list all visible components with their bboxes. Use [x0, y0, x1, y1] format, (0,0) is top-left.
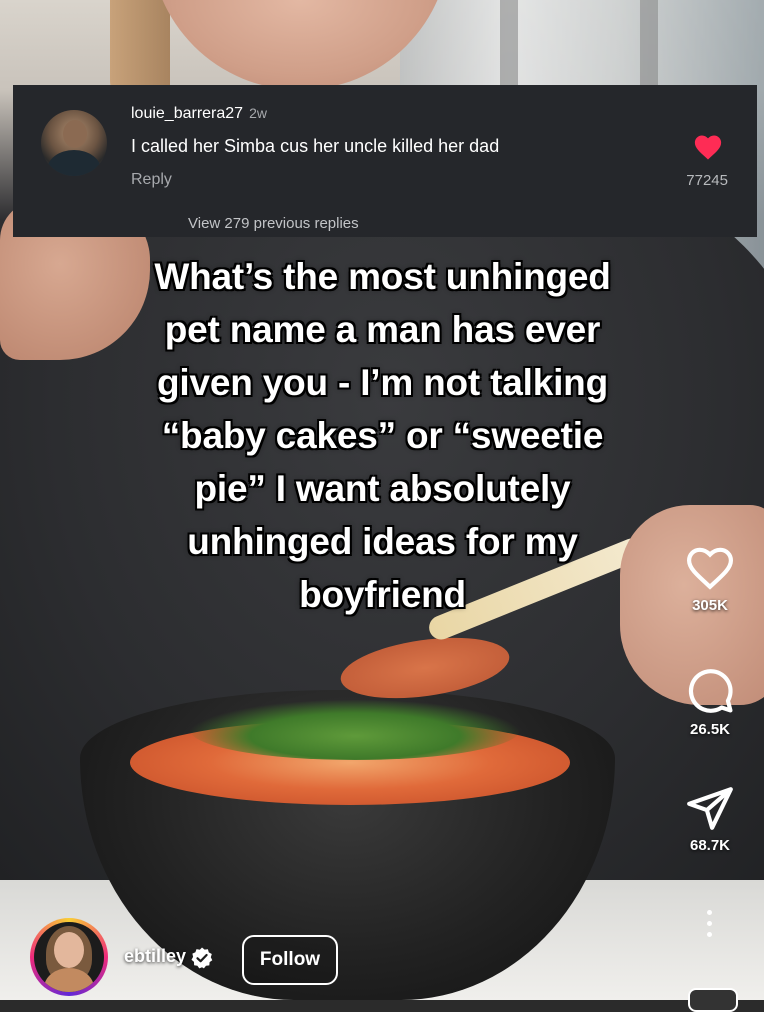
video-caption: What’s the most unhinged pet name a man …	[110, 250, 655, 621]
share-button[interactable]: 68.7K	[680, 785, 740, 854]
verified-badge-icon	[191, 947, 213, 969]
follow-button[interactable]: Follow	[242, 935, 338, 985]
herbs-garnish	[190, 700, 520, 760]
comment-like-count: 77245	[686, 172, 728, 189]
like-count: 305K	[692, 597, 728, 614]
commenter-avatar[interactable]	[41, 110, 107, 176]
more-options-icon[interactable]	[701, 910, 717, 946]
caption-line: given you - I’m not talking	[157, 362, 608, 403]
heart-icon[interactable]	[693, 133, 723, 161]
view-previous-replies[interactable]: View 279 previous replies	[188, 215, 359, 232]
comment-text: I called her Simba cus her uncle killed …	[131, 136, 500, 156]
caption-line: pie” I want absolutely	[194, 468, 571, 509]
heart-outline-icon	[686, 547, 734, 590]
like-button[interactable]: 305K	[680, 545, 740, 614]
commenter-username[interactable]: louie_barrera27	[131, 105, 243, 122]
send-icon	[687, 787, 733, 830]
comment-age: 2w	[249, 105, 267, 121]
creator-username[interactable]: ebtilley	[124, 946, 186, 967]
creator-avatar[interactable]	[30, 918, 108, 996]
reply-button[interactable]: Reply	[131, 171, 172, 189]
caption-line: unhinged ideas for my	[187, 521, 578, 562]
caption-line: “baby cakes” or “sweetie	[161, 415, 604, 456]
caption-line: What’s the most unhinged	[154, 256, 611, 297]
comment-bubble-icon	[688, 669, 733, 713]
comment-button[interactable]: 26.5K	[680, 665, 740, 738]
comment-header: louie_barrera27 2w	[131, 105, 267, 123]
caption-line: boyfriend	[299, 574, 466, 615]
comment-count: 26.5K	[689, 721, 731, 738]
comment-panel: louie_barrera27 2w I called her Simba cus…	[13, 85, 757, 237]
share-count: 68.7K	[689, 837, 731, 854]
caption-line: pet name a man has ever	[164, 309, 601, 350]
audio-thumbnail[interactable]	[688, 988, 738, 1012]
